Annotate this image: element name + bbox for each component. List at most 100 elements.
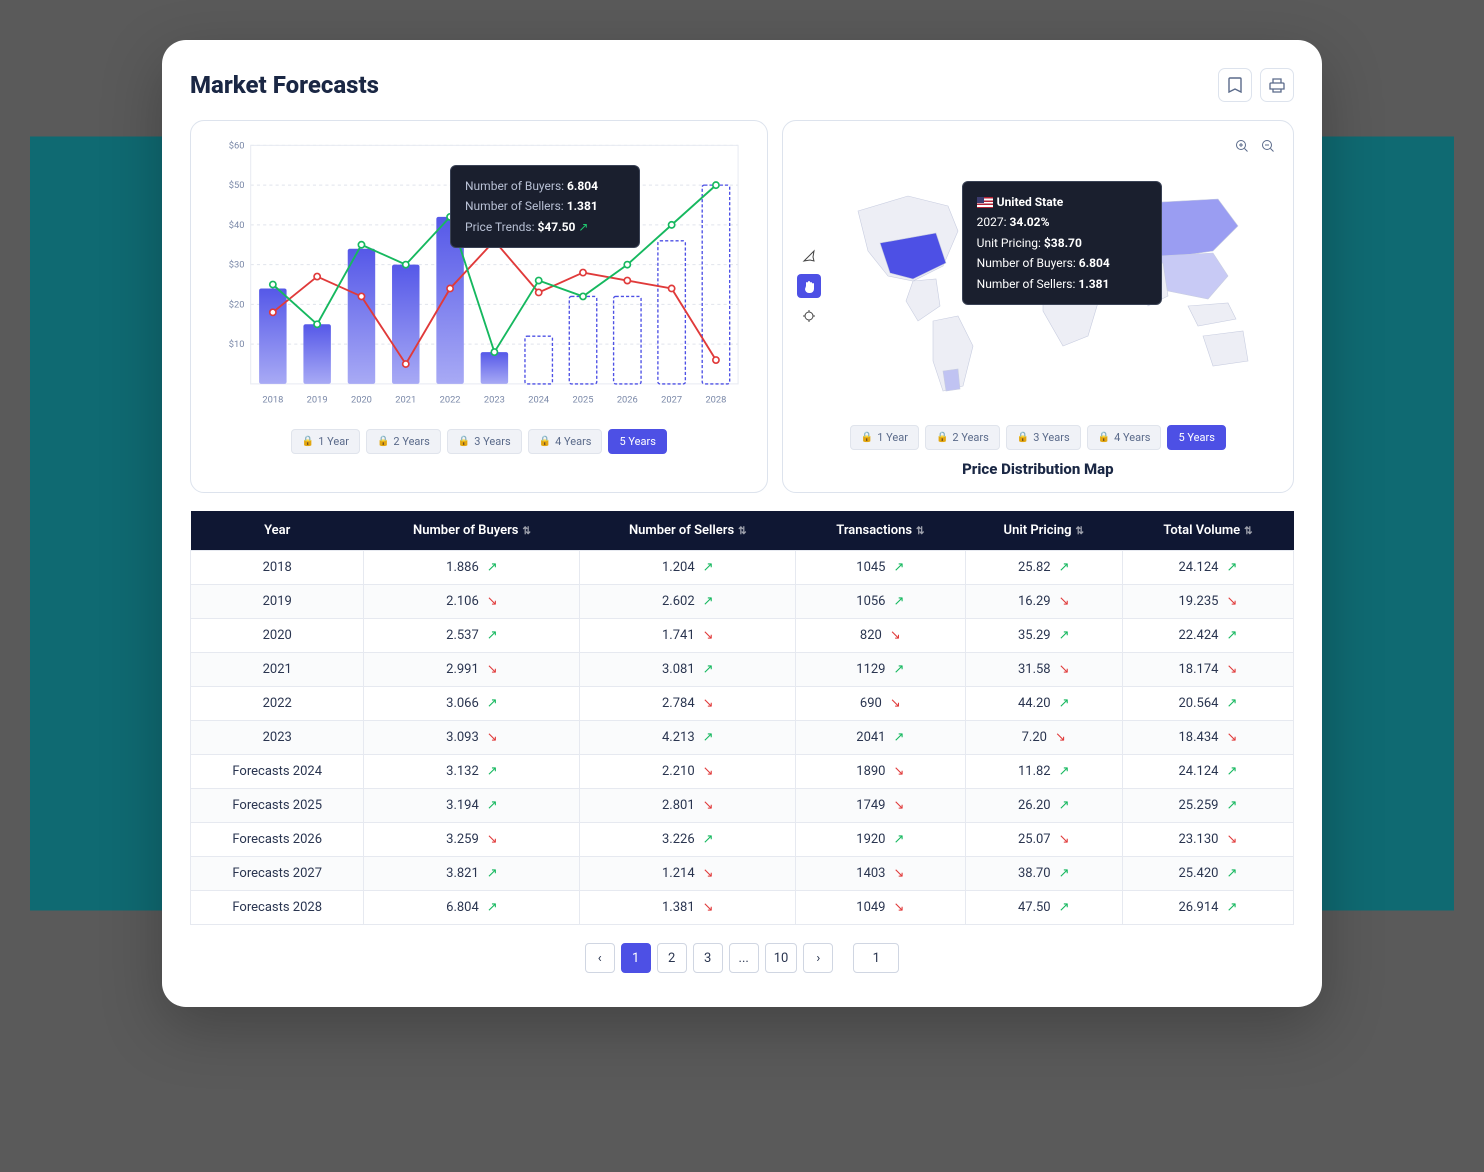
svg-text:2020: 2020 — [351, 395, 372, 406]
chart-tooltip: Number of Buyers: 6.804 Number of Seller… — [450, 165, 640, 248]
trend-down-icon: ↘ — [1226, 662, 1237, 677]
world-map[interactable]: United State 2027: 34.02% Unit Pricing: … — [797, 161, 1279, 411]
cell-vol: 18.174↘ — [1122, 653, 1293, 687]
cell-trans: 1045↗ — [796, 551, 965, 585]
sort-icon: ⇅ — [916, 526, 924, 537]
cell-unit: 38.70↗ — [965, 857, 1122, 891]
trend-down-icon: ↘ — [487, 594, 498, 609]
col-header[interactable]: Transactions⇅ — [796, 511, 965, 551]
table-row: 20192.106↘2.602↗1056↗16.29↘19.235↘ — [191, 585, 1294, 619]
time-filter-3-years[interactable]: 🔒3 Years — [1006, 425, 1081, 450]
trend-down-icon: ↘ — [703, 696, 714, 711]
time-filter-5-years[interactable]: 5 Years — [1167, 425, 1225, 450]
col-header[interactable]: Total Volume⇅ — [1122, 511, 1293, 551]
trend-up-icon: ↗ — [1059, 900, 1070, 915]
map-crosshair-tool[interactable] — [797, 304, 821, 328]
cell-trans: 1920↗ — [796, 823, 965, 857]
map-title: Price Distribution Map — [797, 460, 1279, 478]
svg-text:2021: 2021 — [395, 395, 416, 406]
trend-down-icon: ↘ — [487, 662, 498, 677]
trend-up-icon: ↗ — [487, 560, 498, 575]
trend-up-icon: ↗ — [1226, 866, 1237, 881]
time-filter-4-years[interactable]: 🔒4 Years — [528, 429, 603, 454]
map-pointer-tool[interactable] — [797, 244, 821, 268]
zoom-out-button[interactable] — [1257, 135, 1279, 157]
zoom-in-button[interactable] — [1231, 135, 1253, 157]
time-filter-3-years[interactable]: 🔒3 Years — [447, 429, 522, 454]
lock-icon: 🔒 — [302, 436, 314, 447]
time-filter-1-year[interactable]: 🔒1 Year — [291, 429, 360, 454]
cell-buyers: 2.991↘ — [364, 653, 580, 687]
page-2[interactable]: 2 — [657, 943, 687, 973]
cell-vol: 25.259↗ — [1122, 789, 1293, 823]
cell-unit: 16.29↘ — [965, 585, 1122, 619]
lock-icon: 🔒 — [539, 436, 551, 447]
time-filter-5-years[interactable]: 5 Years — [608, 429, 666, 454]
page-goto-input[interactable]: 1 — [853, 943, 899, 973]
svg-text:2022: 2022 — [440, 395, 461, 406]
cell-year: 2018 — [191, 551, 364, 585]
table-row: Forecasts 20243.132↗2.210↘1890↘11.82↗24.… — [191, 755, 1294, 789]
trend-down-icon: ↘ — [703, 866, 714, 881]
trend-up-icon: ↗ — [1226, 798, 1237, 813]
trend-down-icon: ↘ — [1226, 594, 1237, 609]
time-filter-1-year[interactable]: 🔒1 Year — [850, 425, 919, 450]
page-3[interactable]: 3 — [693, 943, 723, 973]
cell-year: 2021 — [191, 653, 364, 687]
trend-up-icon: ↗ — [703, 594, 714, 609]
cell-unit: 25.07↘ — [965, 823, 1122, 857]
cell-buyers: 3.194↗ — [364, 789, 580, 823]
page-next-button[interactable]: › — [803, 943, 833, 973]
cell-year: Forecasts 2027 — [191, 857, 364, 891]
cell-year: Forecasts 2026 — [191, 823, 364, 857]
table-row: 20233.093↘4.213↗2041↗7.20↘18.434↘ — [191, 721, 1294, 755]
svg-text:2027: 2027 — [661, 395, 682, 406]
trend-down-icon: ↘ — [1059, 594, 1070, 609]
lock-icon: 🔒 — [1017, 432, 1029, 443]
page-prev-button[interactable]: ‹ — [585, 943, 615, 973]
cell-trans: 1403↘ — [796, 857, 965, 891]
cell-sellers: 3.081↗ — [580, 653, 796, 687]
svg-text:$60: $60 — [229, 140, 245, 151]
cell-unit: 44.20↗ — [965, 687, 1122, 721]
col-header[interactable]: Number of Buyers⇅ — [364, 511, 580, 551]
cell-trans: 820↘ — [796, 619, 965, 653]
forecast-chart[interactable]: $10$20$30$40$50$602018201920202021202220… — [205, 135, 753, 415]
svg-text:$50: $50 — [229, 180, 245, 191]
lock-icon: 🔒 — [861, 432, 873, 443]
time-filter-2-years[interactable]: 🔒2 Years — [366, 429, 441, 454]
cell-vol: 23.130↘ — [1122, 823, 1293, 857]
svg-text:$30: $30 — [229, 260, 245, 271]
map-hand-tool[interactable] — [797, 274, 821, 298]
cell-trans: 1890↘ — [796, 755, 965, 789]
table-row: 20212.991↘3.081↗1129↗31.58↘18.174↘ — [191, 653, 1294, 687]
time-filter-2-years[interactable]: 🔒2 Years — [925, 425, 1000, 450]
cell-vol: 20.564↗ — [1122, 687, 1293, 721]
sort-icon: ⇅ — [1076, 526, 1084, 537]
sort-icon: ⇅ — [1244, 526, 1252, 537]
col-header[interactable]: Unit Pricing⇅ — [965, 511, 1122, 551]
cell-unit: 47.50↗ — [965, 891, 1122, 925]
map-time-filters: 🔒1 Year🔒2 Years🔒3 Years🔒4 Years5 Years — [797, 425, 1279, 450]
forecast-table: YearNumber of Buyers⇅Number of Sellers⇅T… — [190, 511, 1294, 925]
trend-up-icon: ↗ — [1226, 560, 1237, 575]
trend-down-icon: ↘ — [890, 696, 901, 711]
pointer-icon — [802, 249, 816, 263]
page-1[interactable]: 1 — [621, 943, 651, 973]
cell-vol: 18.434↘ — [1122, 721, 1293, 755]
bookmark-button[interactable] — [1218, 68, 1252, 102]
col-header[interactable]: Number of Sellers⇅ — [580, 511, 796, 551]
page-10[interactable]: 10 — [765, 943, 798, 973]
table-row: Forecasts 20273.821↗1.214↘1403↘38.70↗25.… — [191, 857, 1294, 891]
time-filter-4-years[interactable]: 🔒4 Years — [1087, 425, 1162, 450]
trend-up-icon: ↗ — [894, 662, 905, 677]
print-button[interactable] — [1260, 68, 1294, 102]
trend-up-icon: ↗ — [894, 730, 905, 745]
cell-vol: 26.914↗ — [1122, 891, 1293, 925]
trend-up-icon: ↗ — [1226, 900, 1237, 915]
cell-unit: 25.82↗ — [965, 551, 1122, 585]
cell-buyers: 2.537↗ — [364, 619, 580, 653]
cell-buyers: 2.106↘ — [364, 585, 580, 619]
trend-up-icon: ↗ — [894, 594, 905, 609]
svg-text:2018: 2018 — [262, 395, 283, 406]
